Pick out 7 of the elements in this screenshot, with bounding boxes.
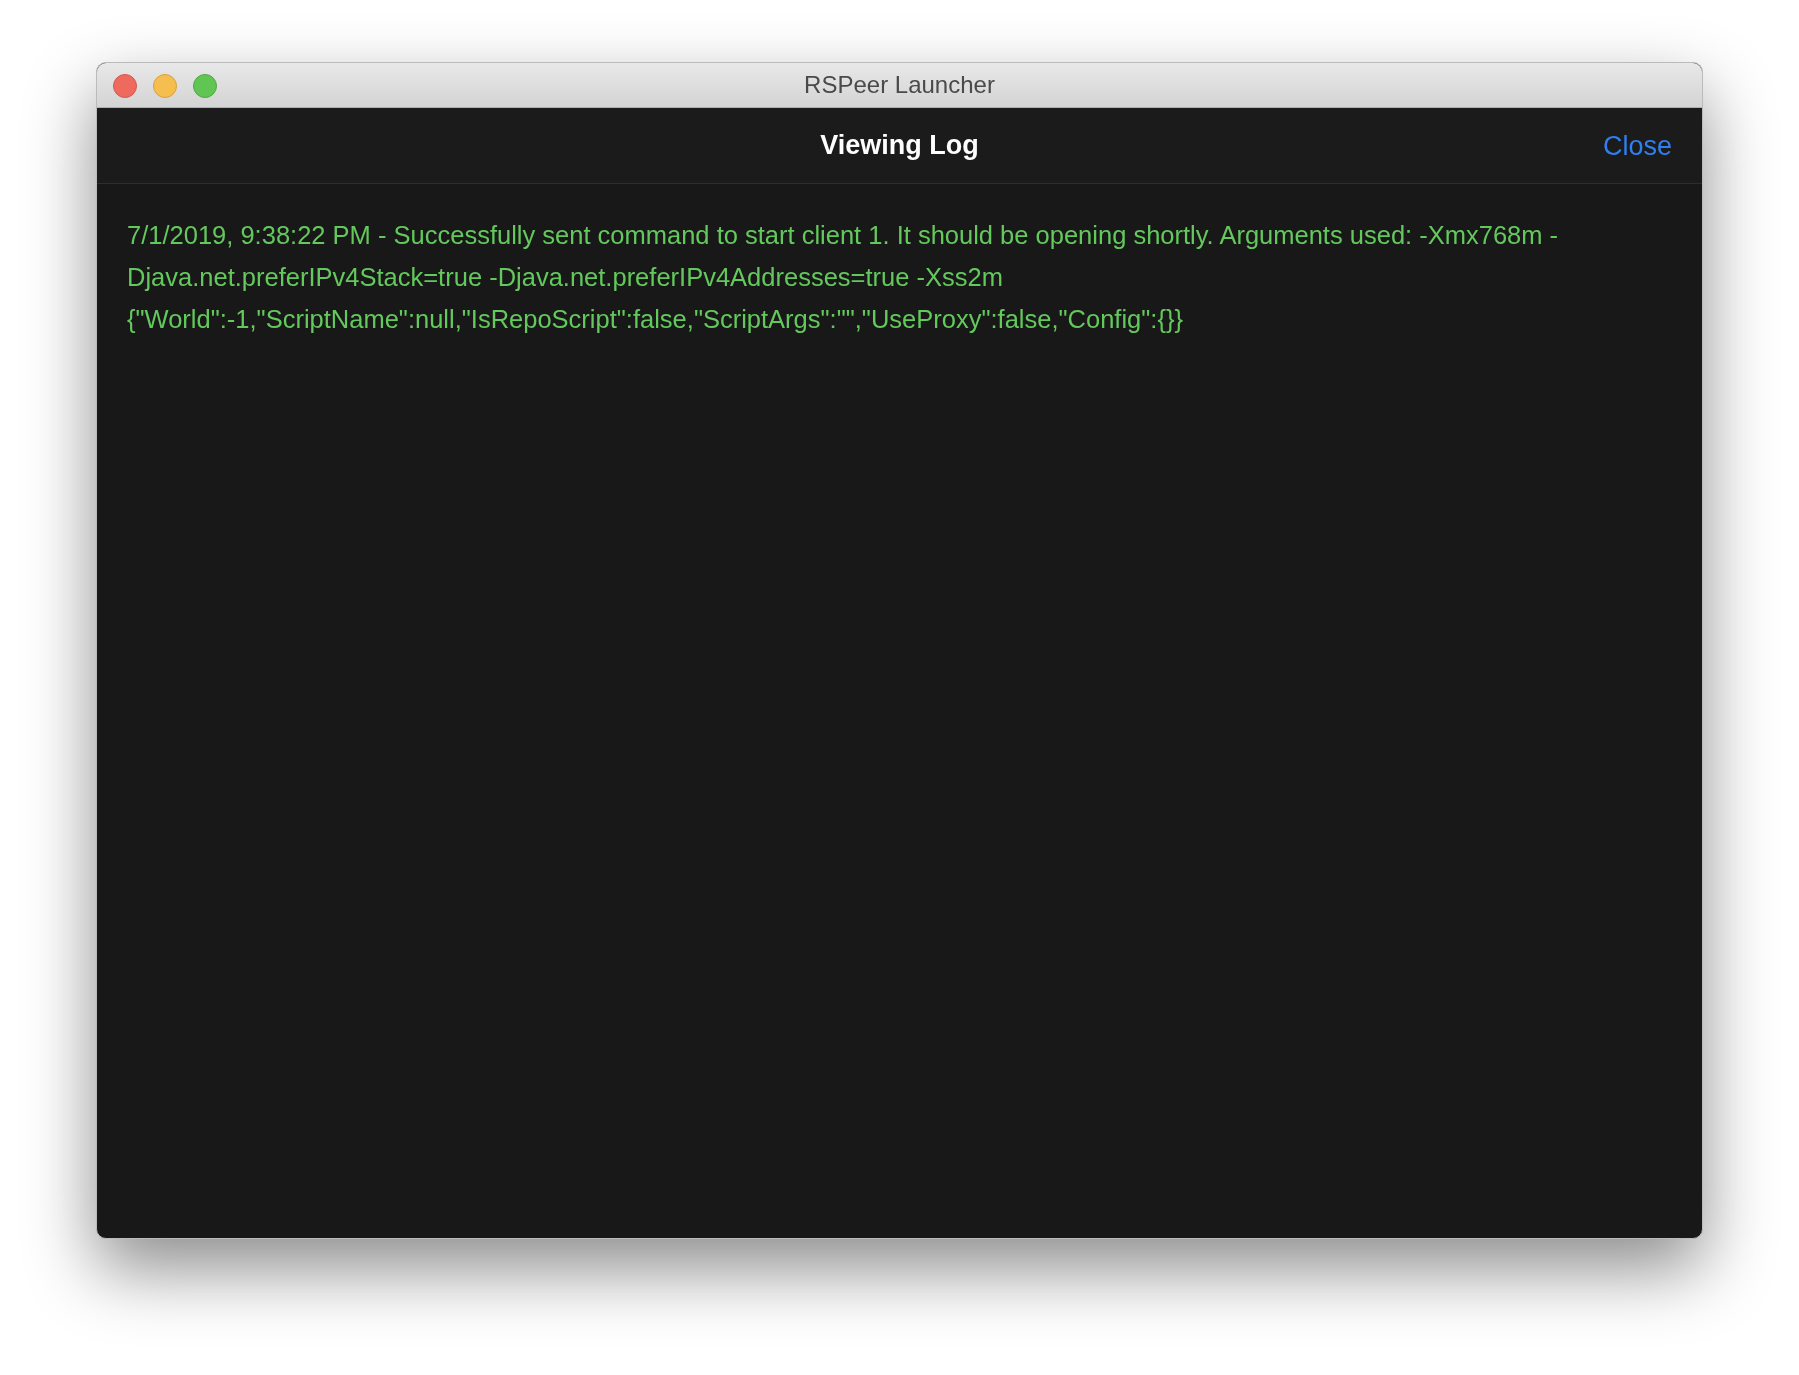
log-entry: 7/1/2019, 9:38:22 PM - Successfully sent command to start client 1. It should be opening shortly. Arguments used: -Xmx768m -Djava.net.preferIPv4Stack=true -Djava.net.preferIPv4Addresses=true -Xss2m {"World":-1,"ScriptName":null,"IsRepoScript":false,"ScriptArgs":"","UseProxy":false,"Config":{}} bbox=[127, 220, 1560, 335]
minimize-window-button[interactable] bbox=[153, 74, 177, 98]
close-button[interactable]: Close bbox=[1602, 125, 1672, 166]
window-title: RSPeer Launcher bbox=[804, 70, 995, 100]
page-title: Viewing Log bbox=[820, 129, 979, 163]
close-window-button[interactable] bbox=[113, 74, 137, 98]
zoom-window-button[interactable] bbox=[193, 74, 217, 98]
